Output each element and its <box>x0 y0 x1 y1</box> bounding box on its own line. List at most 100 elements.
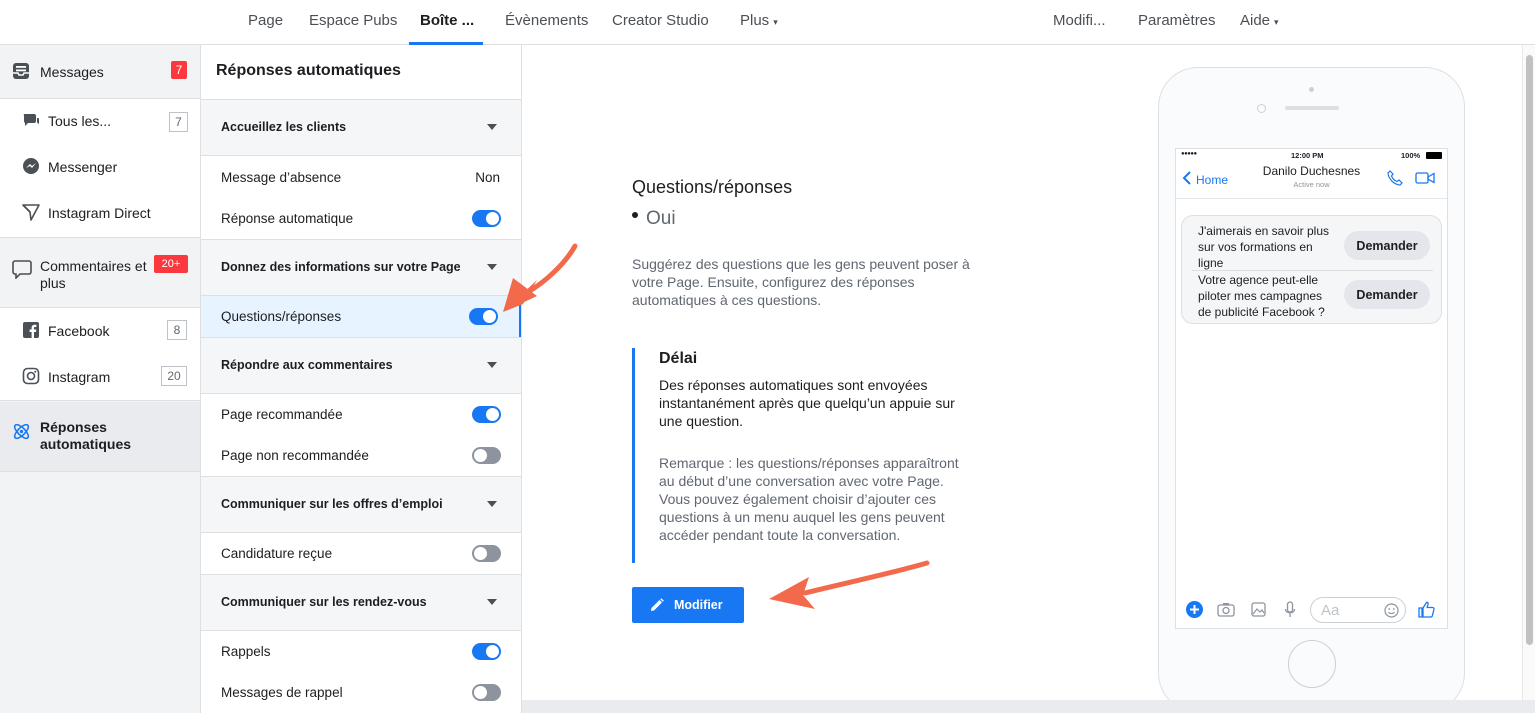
nav-evenements[interactable]: Évènements <box>505 0 588 45</box>
demander-button[interactable]: Demander <box>1344 231 1430 260</box>
status-label: Oui <box>646 208 676 229</box>
message-input[interactable]: Aa <box>1310 597 1406 623</box>
sidebar-item-label: Messages <box>40 64 104 80</box>
nav-page[interactable]: Page <box>248 0 283 45</box>
nav-boite-label: Boîte ... <box>420 12 475 29</box>
toggle-switch[interactable] <box>472 406 501 423</box>
row-candidature-recue[interactable]: Candidature reçue <box>201 533 521 574</box>
sidebar-item-messages[interactable]: Messages 7 <box>0 45 200 99</box>
sidebar-item-instagram-direct[interactable]: Instagram Direct <box>0 191 200 237</box>
section-label: Communiquer sur les offres d’emploi <box>221 497 443 511</box>
left-sidebar: Messages 7 Tous les... 7 Messenger Insta… <box>0 45 201 713</box>
sidebar-item-label: Commentaires et plus <box>40 258 147 291</box>
nav-modifier-label: Modifi... <box>1053 12 1106 29</box>
detail-description: Suggérez des questions que les gens peuv… <box>632 256 970 308</box>
question-separator <box>1192 270 1433 271</box>
status-bar: ●●●●● 12:00 PM 100% <box>1176 149 1447 163</box>
row-label: Candidature reçue <box>221 546 333 561</box>
plus-icon[interactable] <box>1186 601 1203 618</box>
row-page-recommandee[interactable]: Page recommandée <box>201 394 521 435</box>
nav-aide[interactable]: Aide ▾ <box>1240 0 1279 45</box>
image-icon[interactable] <box>1251 602 1266 617</box>
toggle-switch[interactable] <box>469 308 498 325</box>
microphone-icon[interactable] <box>1284 601 1296 618</box>
chevron-down-icon: ▾ <box>1274 17 1279 27</box>
nav-parametres-label: Paramètres <box>1138 12 1216 29</box>
panel-title: Réponses automatiques <box>216 62 401 79</box>
sidebar-item-commentaires[interactable]: Commentaires et plus 20+ <box>0 237 200 308</box>
camera-icon[interactable] <box>1217 602 1235 617</box>
row-rappels[interactable]: Rappels <box>201 631 521 672</box>
video-call-icon[interactable] <box>1415 171 1435 185</box>
sidebar-item-instagram[interactable]: Instagram 20 <box>0 354 200 400</box>
bottom-edge <box>522 700 1535 713</box>
toggle-switch[interactable] <box>472 447 501 464</box>
question-text: J'aimerais en savoir plus sur vos format… <box>1198 224 1330 270</box>
count-badge: 7 <box>169 112 188 132</box>
row-label: Messages de rappel <box>221 685 343 700</box>
sidebar-item-messenger[interactable]: Messenger <box>0 145 200 191</box>
phone-call-icon[interactable] <box>1387 170 1403 186</box>
section-rendez-vous[interactable]: Communiquer sur les rendez-vous <box>201 574 521 631</box>
nav-plus[interactable]: Plus ▾ <box>740 0 778 45</box>
row-reponse-automatique[interactable]: Réponse automatique <box>201 198 521 239</box>
sidebar-item-facebook[interactable]: Facebook 8 <box>0 308 200 354</box>
message-composer: Aa <box>1176 594 1447 624</box>
nav-creator-studio[interactable]: Creator Studio <box>612 0 709 45</box>
scrollbar-thumb[interactable] <box>1526 55 1533 645</box>
toggle-knob <box>486 212 499 225</box>
phone-home-button <box>1288 640 1336 688</box>
sidebar-item-reponses-automatiques[interactable]: Réponses automatiques <box>0 402 200 472</box>
row-label: Questions/réponses <box>221 309 342 324</box>
row-page-non-recommandee[interactable]: Page non recommandée <box>201 435 521 476</box>
page-scrollbar[interactable] <box>1522 45 1535 700</box>
demander-button[interactable]: Demander <box>1344 280 1430 309</box>
chevron-down-icon: ▾ <box>773 17 778 27</box>
phone-screen: ●●●●● 12:00 PM 100% Home Danilo Duchesne… <box>1175 148 1448 629</box>
section-commentaires[interactable]: Répondre aux commentaires <box>201 337 521 394</box>
annotation-arrow <box>769 560 930 609</box>
toggle-knob <box>474 686 487 699</box>
toggle-switch[interactable] <box>472 643 501 660</box>
toggle-knob <box>474 547 487 560</box>
battery-icon <box>1426 152 1442 159</box>
instagram-direct-icon <box>22 204 40 221</box>
toggle-switch[interactable] <box>472 684 501 701</box>
nav-espace-pubs[interactable]: Espace Pubs <box>309 0 397 45</box>
annotation-arrow <box>503 243 578 312</box>
section-offres-emploi[interactable]: Communiquer sur les offres d’emploi <box>201 476 521 533</box>
sidebar-item-label: Instagram Direct <box>48 205 151 221</box>
emoji-icon[interactable] <box>1384 603 1399 618</box>
phone-speaker <box>1285 106 1339 110</box>
nav-boite[interactable]: Boîte ... <box>409 0 483 45</box>
phone-preview: ●●●●● 12:00 PM 100% Home Danilo Duchesne… <box>1158 67 1465 713</box>
status-time: 12:00 PM <box>1291 151 1324 160</box>
messages-subitems: Tous les... 7 Messenger Instagram Direct <box>0 99 200 237</box>
thumbs-up-icon[interactable] <box>1418 601 1435 618</box>
chevron-down-icon <box>487 599 497 605</box>
nav-modifier[interactable]: Modifi... <box>1053 0 1106 45</box>
nav-parametres[interactable]: Paramètres <box>1138 0 1216 45</box>
toggle-switch[interactable] <box>472 210 501 227</box>
sidebar-item-tous[interactable]: Tous les... 7 <box>0 99 200 145</box>
count-badge: 8 <box>167 320 187 340</box>
phone-camera <box>1309 87 1314 92</box>
row-label: Page recommandée <box>221 407 343 422</box>
section-label: Accueillez les clients <box>221 120 347 134</box>
phone-front-sensor <box>1257 104 1266 113</box>
section-accueillez[interactable]: Accueillez les clients <box>201 99 521 156</box>
row-message-absence[interactable]: Message d’absence Non <box>201 157 521 198</box>
contact-name: Danilo Duchesnes <box>1262 164 1361 178</box>
modifier-button[interactable]: Modifier <box>632 587 744 623</box>
toggle-switch[interactable] <box>472 545 501 562</box>
section-informations[interactable]: Donnez des informations sur votre Page <box>201 239 521 296</box>
sidebar-item-label: Facebook <box>48 323 110 339</box>
row-value: Non <box>475 170 500 185</box>
nav-creator-studio-label: Creator Studio <box>612 12 709 29</box>
row-messages-rappel[interactable]: Messages de rappel <box>201 672 521 713</box>
instagram-icon <box>22 367 40 385</box>
nav-page-label: Page <box>248 12 284 29</box>
row-label: Page non recommandée <box>221 448 369 463</box>
row-questions-reponses[interactable]: Questions/réponses <box>201 296 521 337</box>
commentaires-subitems: Facebook 8 Instagram 20 <box>0 308 200 401</box>
